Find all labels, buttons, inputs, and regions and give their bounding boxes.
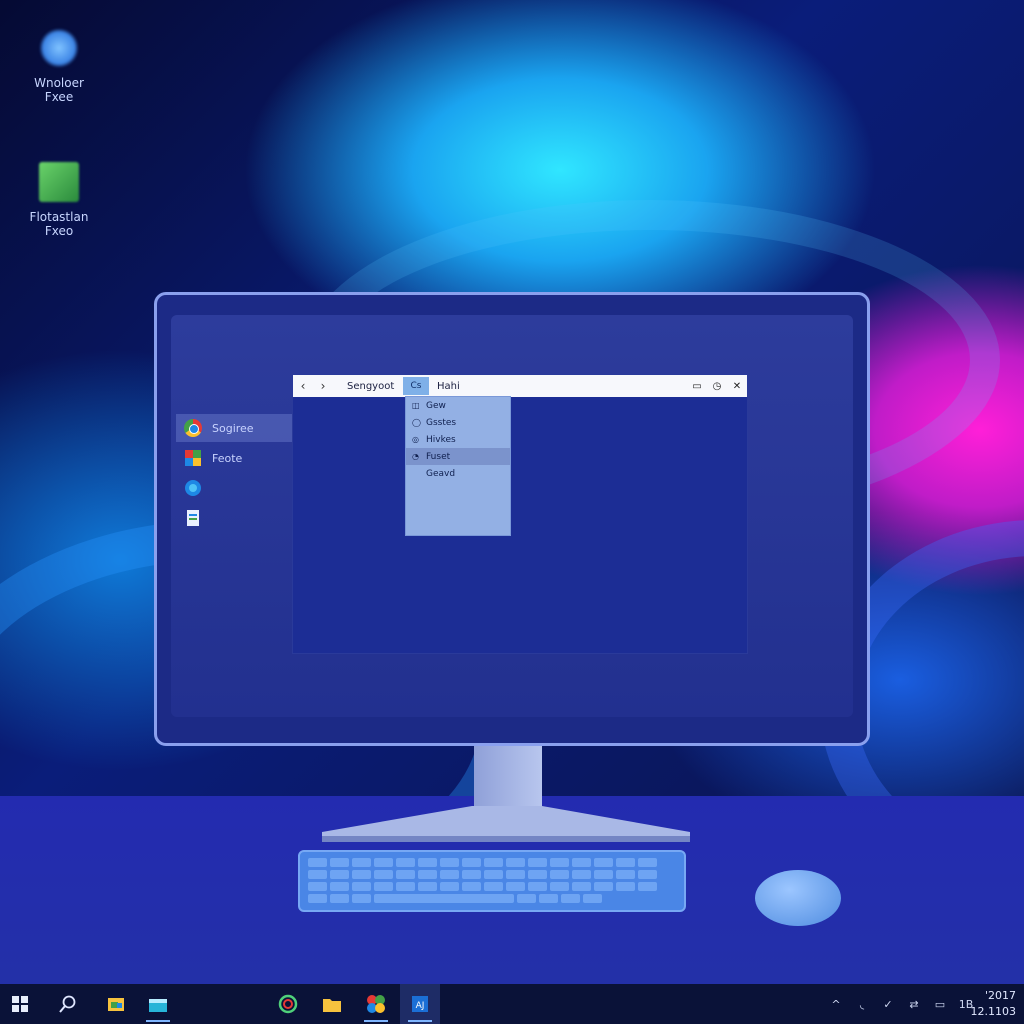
app-item-label: Feote bbox=[212, 451, 243, 465]
document-icon bbox=[184, 509, 202, 527]
dropdown-menu: ◫ Gew ◯ Gsstes ◎ Hivkes ◔ Fuset Geavd bbox=[405, 396, 511, 536]
pen-icon[interactable]: ◟ bbox=[852, 998, 872, 1011]
taskbar: AJ ^ ◟ ✓ ⇄ ▭ 1B '2017 12.1103 bbox=[0, 984, 1024, 1024]
keyboard bbox=[298, 850, 686, 912]
photos-icon bbox=[184, 449, 202, 467]
file-explorer-icon bbox=[108, 998, 124, 1011]
menu-item-icon: ◫ bbox=[412, 401, 420, 410]
forward-button[interactable]: › bbox=[313, 379, 333, 393]
app-item-document[interactable] bbox=[176, 504, 292, 532]
desktop-icon-network[interactable]: Wnoloer Fxee bbox=[14, 28, 104, 104]
file-icon bbox=[39, 162, 79, 202]
menu-item-icon: ◯ bbox=[412, 418, 421, 427]
menu-item-label: Geavd bbox=[426, 468, 456, 479]
taskbar-folder[interactable] bbox=[312, 984, 352, 1024]
start-icon bbox=[12, 996, 28, 1012]
tab-label[interactable]: Hahi bbox=[437, 381, 460, 392]
app-window: ‹ › Sengyoot Cs Hahi ▭ ◷ ✕ bbox=[292, 374, 748, 654]
taskbar-file-explorer[interactable] bbox=[96, 984, 136, 1024]
taskbar-store[interactable] bbox=[138, 984, 178, 1024]
desktop-icon-file[interactable]: Flotastlan Fxeo bbox=[14, 162, 104, 238]
svg-text:AJ: AJ bbox=[416, 1001, 425, 1011]
monitor-stand bbox=[474, 746, 542, 806]
app-item-edge[interactable] bbox=[176, 474, 292, 502]
photos-icon bbox=[367, 995, 385, 1013]
tab-button[interactable]: Cs bbox=[403, 377, 429, 395]
restore-icon[interactable]: ▭ bbox=[687, 381, 707, 392]
menu-item-label: Gew bbox=[426, 400, 446, 411]
taskbar-chrome[interactable] bbox=[268, 984, 308, 1024]
menu-item-highlighted[interactable]: ◔ Fuset bbox=[406, 448, 510, 465]
network-icon bbox=[39, 28, 79, 68]
check-icon[interactable]: ✓ bbox=[878, 998, 898, 1011]
start-button[interactable] bbox=[0, 984, 40, 1024]
taskbar-photos[interactable] bbox=[356, 984, 396, 1024]
chrome-icon bbox=[278, 994, 298, 1014]
back-button[interactable]: ‹ bbox=[293, 379, 313, 393]
clock-time: '2017 bbox=[984, 989, 1016, 1002]
message-icon[interactable]: ▭ bbox=[930, 998, 950, 1011]
folder-icon bbox=[323, 999, 341, 1012]
clock-date: 12.1103 bbox=[970, 1005, 1017, 1018]
mouse bbox=[755, 870, 841, 926]
edge-icon bbox=[184, 479, 202, 497]
taskbar-search-button[interactable] bbox=[48, 984, 88, 1024]
menu-item[interactable]: ◫ Gew bbox=[406, 397, 510, 414]
menu-item[interactable]: Geavd bbox=[406, 465, 510, 482]
desktop-icon-label: Flotastlan bbox=[29, 210, 89, 224]
app-icon: AJ bbox=[412, 996, 428, 1012]
address-text[interactable]: Sengyoot bbox=[347, 381, 397, 392]
app-item-chrome[interactable]: Sogiree bbox=[176, 414, 292, 442]
store-icon bbox=[149, 999, 167, 1012]
menu-item-icon: ◎ bbox=[412, 435, 419, 444]
screen-app-list: Sogiree Feote bbox=[176, 414, 292, 534]
menu-item-label: Gsstes bbox=[426, 417, 457, 428]
chevron-up-icon[interactable]: ^ bbox=[826, 998, 846, 1011]
desktop-icon-label: Fxeo bbox=[44, 224, 74, 238]
menu-item[interactable]: ◎ Hivkes bbox=[406, 431, 510, 448]
menu-item-label: Hivkes bbox=[426, 434, 456, 445]
taskbar-app[interactable]: AJ bbox=[400, 984, 440, 1024]
menu-item[interactable]: ◯ Gsstes bbox=[406, 414, 510, 431]
app-item-label: Sogiree bbox=[212, 421, 254, 435]
monitor-stand-base bbox=[322, 806, 690, 842]
app-item-photos[interactable]: Feote bbox=[176, 444, 292, 472]
history-icon[interactable]: ◷ bbox=[707, 381, 727, 392]
desktop-icon-label: Fxee bbox=[44, 90, 74, 104]
close-icon[interactable]: ✕ bbox=[727, 381, 747, 392]
network-icon[interactable]: ⇄ bbox=[904, 998, 924, 1011]
search-icon bbox=[59, 995, 76, 1013]
window-title-bar: ‹ › Sengyoot Cs Hahi ▭ ◷ ✕ bbox=[293, 375, 747, 397]
menu-item-icon: ◔ bbox=[412, 452, 419, 461]
system-tray: ^ ◟ ✓ ⇄ ▭ 1B bbox=[826, 984, 976, 1024]
menu-item-label: Fuset bbox=[426, 451, 451, 462]
taskbar-clock[interactable]: '2017 12.1103 bbox=[964, 988, 1017, 1020]
chrome-icon bbox=[184, 419, 202, 437]
desktop-icon-label: Wnoloer bbox=[34, 76, 84, 90]
